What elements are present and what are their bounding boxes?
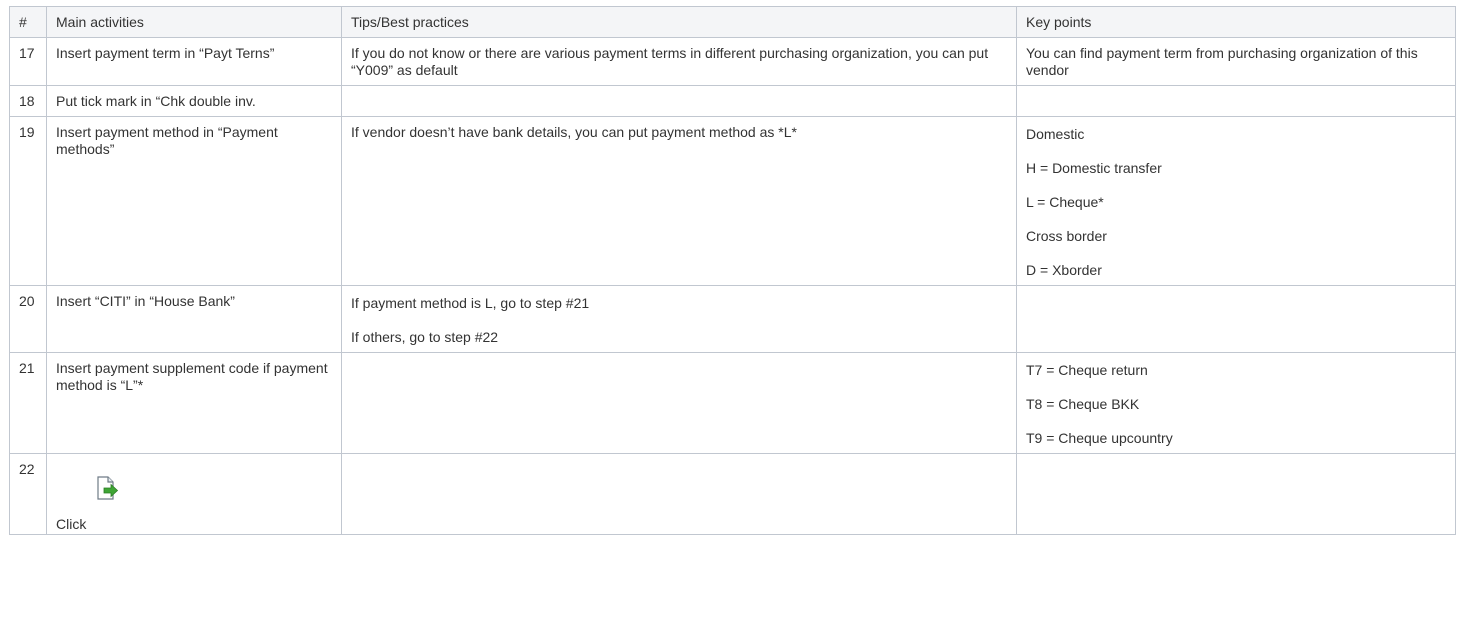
tips-cell: If payment method is L, go to step #21 I… <box>341 285 1017 353</box>
key-point-text: D = Xborder <box>1026 262 1102 278</box>
header-number: # <box>9 6 47 38</box>
key-point-text: L = Cheque* <box>1026 194 1104 210</box>
tip-text: If vendor doesn’t have bank details, you… <box>351 124 797 140</box>
tips-cell <box>341 352 1017 454</box>
key-point-text: T8 = Cheque BKK <box>1026 396 1140 412</box>
main-activity: Insert payment term in “Payt Terns” <box>46 37 342 86</box>
table-row: 19 Insert payment method in “Payment met… <box>9 116 1456 286</box>
tips-cell <box>341 85 1017 117</box>
tips-cell: If you do not know or there are various … <box>341 37 1017 86</box>
key-points-cell <box>1016 453 1456 535</box>
step-number: 22 <box>9 453 47 535</box>
key-points-cell <box>1016 85 1456 117</box>
step-number: 20 <box>9 285 47 353</box>
key-points-cell: T7 = Cheque return T8 = Cheque BKK T9 = … <box>1016 352 1456 454</box>
main-activity: Insert “CITI” in “House Bank” <box>46 285 342 353</box>
step-number: 21 <box>9 352 47 454</box>
key-points-cell: Domestic H = Domestic transfer L = Chequ… <box>1016 116 1456 286</box>
key-point-text: Cross border <box>1026 228 1107 244</box>
step-number: 19 <box>9 116 47 286</box>
table-header-row: # Main activities Tips/Best practices Ke… <box>9 6 1456 38</box>
table-row: 18 Put tick mark in “Chk double inv. <box>9 85 1456 117</box>
key-point-text: Domestic <box>1026 126 1085 142</box>
main-activity: Insert payment method in “Payment method… <box>46 116 342 286</box>
key-points-cell <box>1016 285 1456 353</box>
main-activity: Put tick mark in “Chk double inv. <box>46 85 342 117</box>
table-row: 22 Click <box>9 453 1456 535</box>
key-point-text: T9 = Cheque upcountry <box>1026 430 1173 446</box>
instructions-table: # Main activities Tips/Best practices Ke… <box>9 6 1456 535</box>
table-row: 21 Insert payment supplement code if pay… <box>9 352 1456 454</box>
tip-text: If others, go to step #22 <box>351 329 499 345</box>
click-label: Click <box>56 516 87 532</box>
table-row: 17 Insert payment term in “Payt Terns” I… <box>9 37 1456 86</box>
tip-text: If payment method is L, go to step #21 <box>351 295 590 311</box>
instructions-table-container: # Main activities Tips/Best practices Ke… <box>9 6 1456 535</box>
step-number: 17 <box>9 37 47 86</box>
key-point-text: T7 = Cheque return <box>1026 362 1148 378</box>
key-point-text: H = Domestic transfer <box>1026 160 1162 176</box>
main-activity: Click <box>46 453 342 535</box>
tips-cell <box>341 453 1017 535</box>
main-activity: Insert payment supplement code if paymen… <box>46 352 342 454</box>
key-points-cell: You can find payment term from purchasin… <box>1016 37 1456 86</box>
header-tips: Tips/Best practices <box>341 6 1017 38</box>
tip-text: If you do not know or there are various … <box>351 45 989 78</box>
step-number: 18 <box>9 85 47 117</box>
tips-cell: If vendor doesn’t have bank details, you… <box>341 116 1017 286</box>
click-instruction: Click <box>56 464 332 532</box>
header-key-points: Key points <box>1016 6 1456 38</box>
document-forward-icon <box>92 474 120 502</box>
header-main-activities: Main activities <box>46 6 342 38</box>
table-row: 20 Insert “CITI” in “House Bank” If paym… <box>9 285 1456 353</box>
key-point-text: You can find payment term from purchasin… <box>1026 45 1418 78</box>
